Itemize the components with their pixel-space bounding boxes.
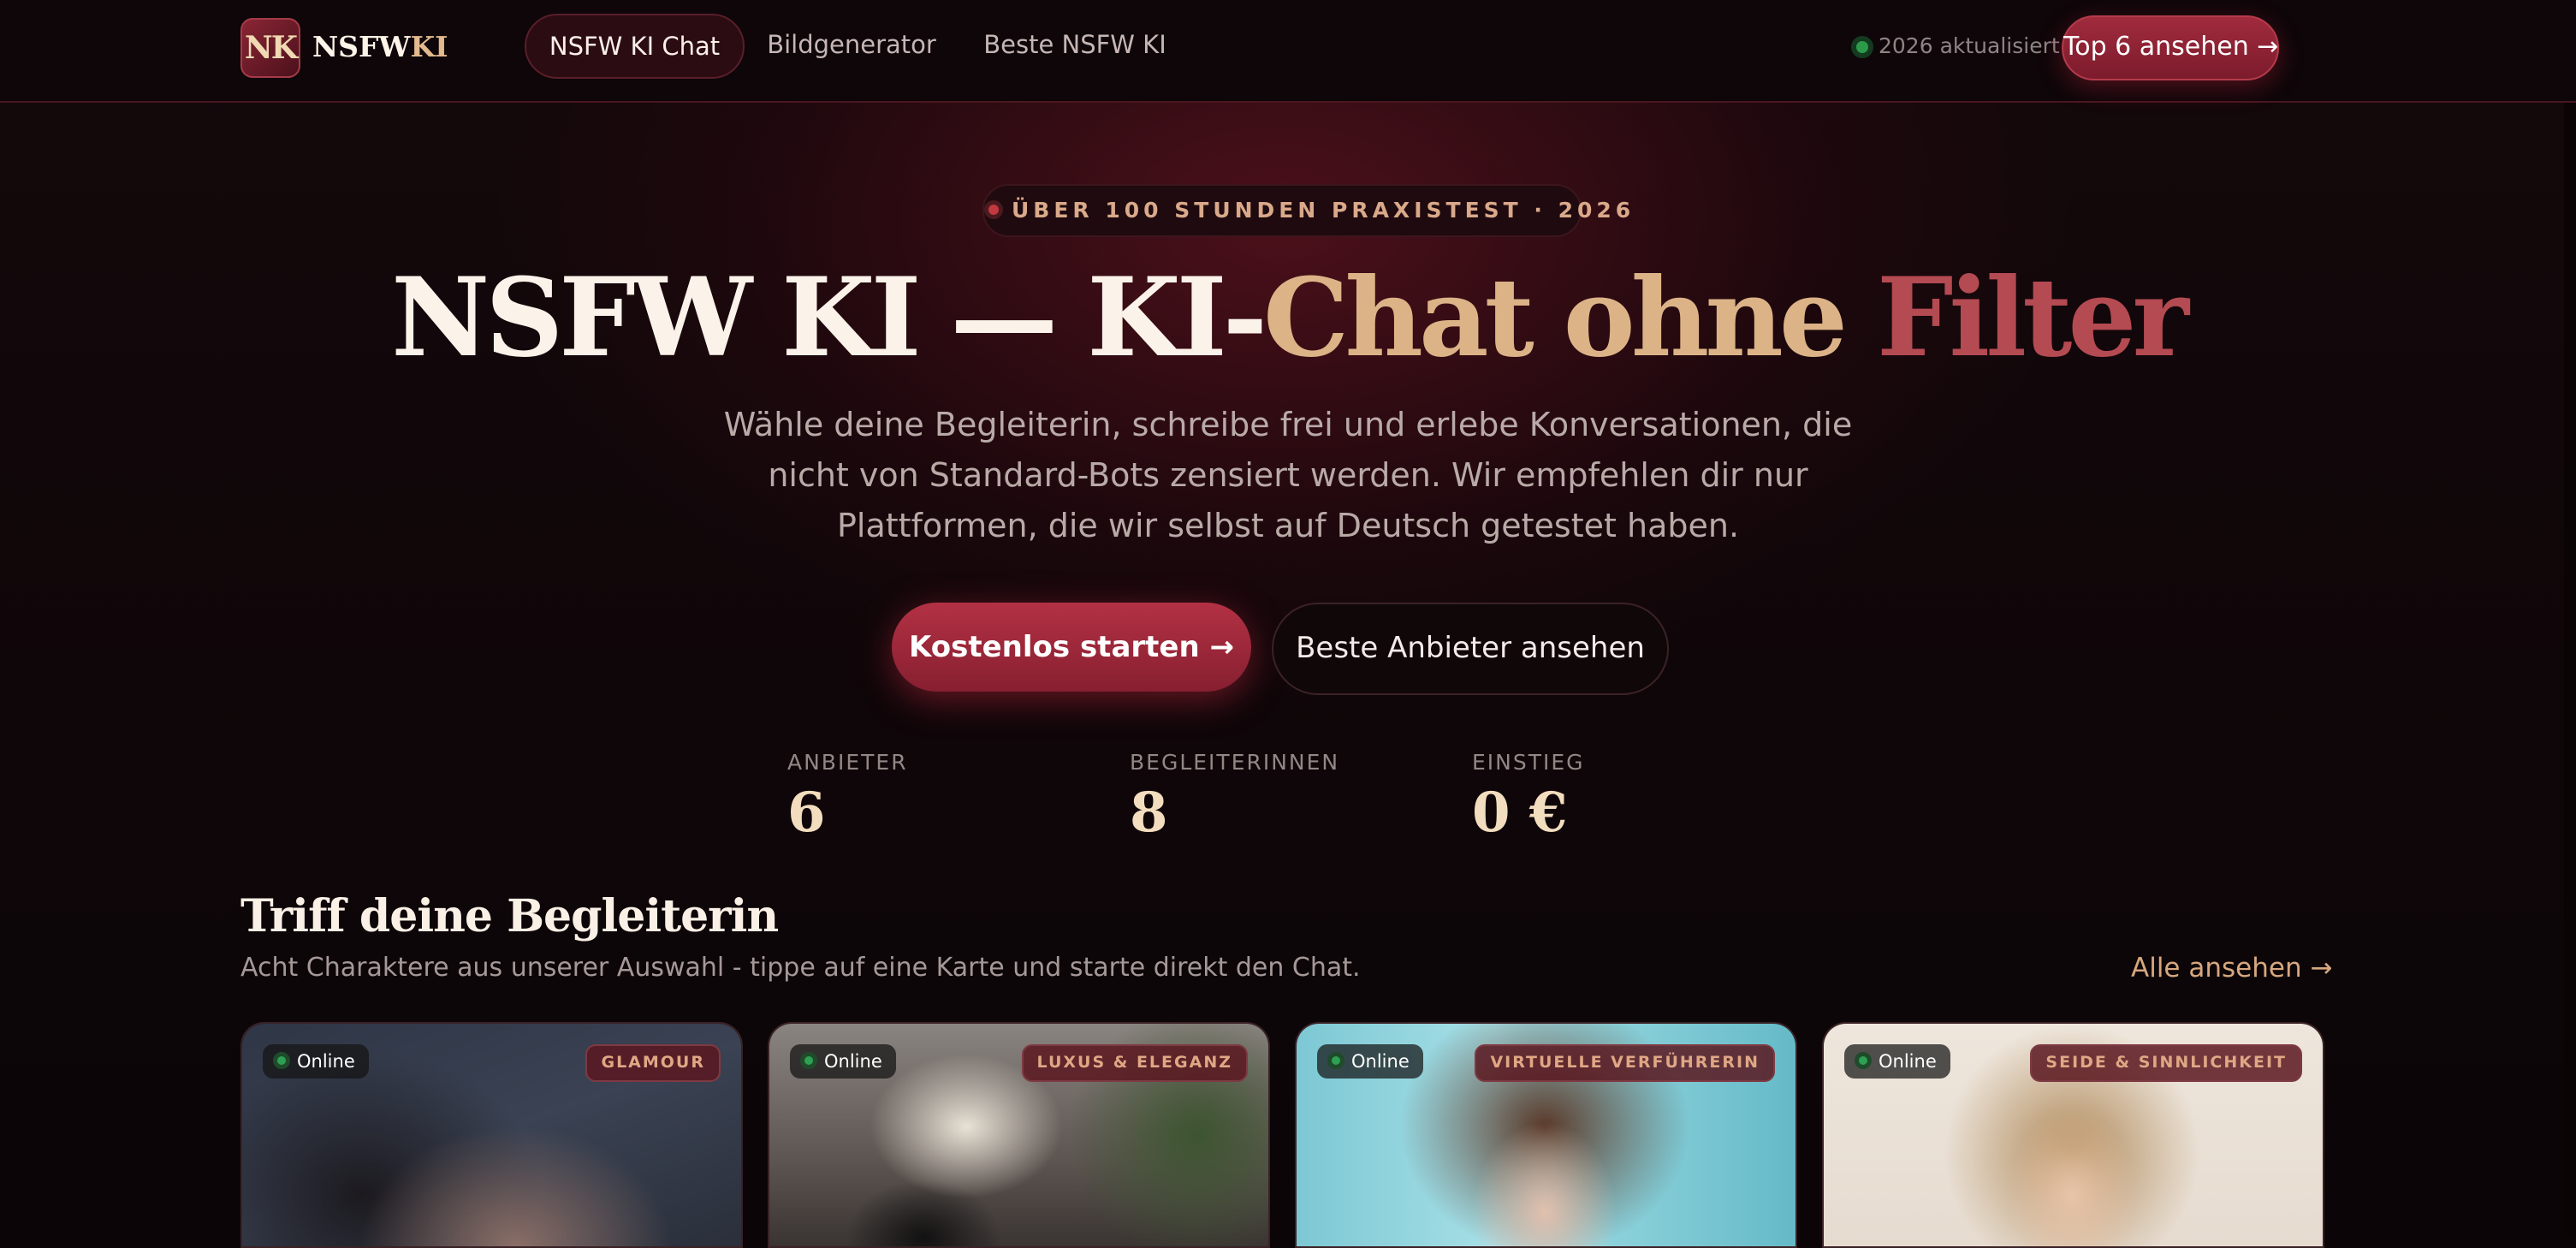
- see-all-link[interactable]: Alle ansehen →: [2131, 953, 2332, 984]
- logo-text-main: NSFW: [312, 30, 411, 63]
- companion-card[interactable]: Online VIRTUELLE VERFÜHRERIN: [1295, 1022, 1797, 1248]
- test-badge: ÜBER 100 STUNDEN PRAXISTEST · 2026: [982, 184, 1630, 237]
- update-status: 2026 aktualisiert: [1851, 29, 2060, 63]
- stat-label-providers: ANBIETER: [787, 750, 908, 775]
- category-badge: VIRTUELLE VERFÜHRERIN: [1475, 1044, 1775, 1082]
- stat-label-companions: BEGLEITERINNEN: [1130, 750, 1340, 775]
- online-text: Online: [1879, 1051, 1937, 1072]
- online-dot-icon: [1855, 1052, 1872, 1069]
- best-providers-button[interactable]: Beste Anbieter ansehen: [1272, 603, 1669, 695]
- title-part-1: NSFW KI — KI-: [391, 254, 1267, 381]
- online-text: Online: [1351, 1051, 1410, 1072]
- stat-value-companions: 8: [1130, 781, 1168, 845]
- online-dot-icon: [273, 1052, 290, 1069]
- online-badge: Online: [790, 1044, 896, 1079]
- title-part-2: Chat ohne: [1263, 254, 1877, 381]
- companion-card[interactable]: Online LUXUS & ELEGANZ: [768, 1022, 1270, 1248]
- online-dot-icon: [800, 1052, 817, 1069]
- top-navigation-bar: NK NSFWKI NSFW KI Chat Bildgenerator Bes…: [0, 0, 2576, 103]
- start-free-button[interactable]: Kostenlos starten →: [892, 603, 1251, 692]
- category-badge: SEIDE & SINNLICHKEIT: [2030, 1044, 2302, 1082]
- nav-item-beste-nsfw-ki[interactable]: Beste NSFW KI: [965, 14, 1184, 75]
- online-text: Online: [824, 1051, 882, 1072]
- section-subtitle: Acht Charaktere aus unserer Auswahl - ti…: [240, 953, 1361, 983]
- online-badge: Online: [1844, 1044, 1950, 1079]
- section-title: Triff deine Begleiterin: [240, 890, 779, 942]
- logo-text-accent: KI: [410, 30, 448, 63]
- category-badge: LUXUS & ELEGANZ: [1021, 1044, 1248, 1082]
- stat-label-entry: EINSTIEG: [1472, 750, 1585, 775]
- nav-item-bildgenerator[interactable]: Bildgenerator: [753, 14, 950, 75]
- online-text: Online: [297, 1051, 355, 1072]
- page-title: NSFW KI — KI-Chat ohne Filter: [0, 253, 2576, 382]
- test-badge-text: ÜBER 100 STUNDEN PRAXISTEST · 2026: [1012, 198, 1635, 223]
- stat-value-entry: 0 €: [1472, 781, 1568, 845]
- online-badge: Online: [1317, 1044, 1423, 1079]
- update-status-text: 2026 aktualisiert: [1879, 33, 2060, 58]
- top-6-button[interactable]: Top 6 ansehen →: [2062, 15, 2279, 80]
- scrollbar-track[interactable]: [2564, 0, 2576, 1236]
- online-badge: Online: [263, 1044, 369, 1079]
- title-part-3: Filter: [1876, 254, 2189, 381]
- category-badge: GLAMOUR: [585, 1044, 721, 1082]
- status-dot-icon: [1851, 36, 1873, 58]
- logo-mark[interactable]: NK: [240, 18, 300, 78]
- companion-card[interactable]: Online SEIDE & SINNLICHKEIT: [1822, 1022, 2324, 1248]
- hero-subtitle: Wähle deine Begleiterin, schreibe frei u…: [723, 406, 1853, 544]
- nav-item-nsfw-ki-chat[interactable]: NSFW KI Chat: [525, 14, 745, 79]
- stat-value-providers: 6: [787, 781, 826, 845]
- online-dot-icon: [1327, 1052, 1344, 1069]
- badge-dot-icon: [984, 200, 1003, 219]
- companion-card[interactable]: Online GLAMOUR: [240, 1022, 743, 1248]
- logo-text[interactable]: NSFWKI: [312, 26, 448, 68]
